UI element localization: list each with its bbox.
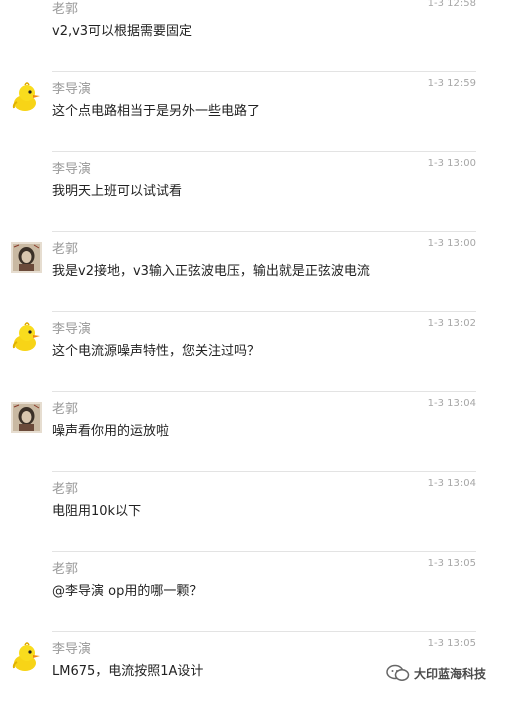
wechat-logo-icon — [386, 664, 410, 681]
message-time: 1-3 13:04 — [427, 398, 476, 409]
watermark-text: 大印蓝海科技 — [414, 666, 487, 681]
message-text: v2,v3可以根据需要固定 — [52, 24, 193, 39]
message-time: 1-3 12:58 — [427, 0, 476, 9]
message-time: 1-3 13:05 — [427, 638, 476, 649]
sender-name[interactable]: 老郭 — [52, 398, 78, 417]
sender-name[interactable]: 李导演 — [52, 318, 91, 337]
chat-message: 老郭 1-3 13:04 噪声看你用的运放啦 — [0, 392, 514, 472]
portrait-avatar-icon[interactable] — [11, 242, 42, 273]
duck-avatar-icon[interactable] — [11, 82, 42, 113]
duck-avatar-icon[interactable] — [11, 642, 42, 673]
message-text: 我明天上班可以试试看 — [52, 184, 183, 199]
sender-name[interactable]: 李导演 — [52, 158, 91, 177]
message-time: 1-3 13:02 — [427, 318, 476, 329]
sender-name[interactable]: 李导演 — [52, 78, 91, 97]
portrait-avatar-icon[interactable] — [11, 402, 42, 433]
message-text: LM675，电流按照1A设计 — [52, 664, 204, 679]
message-time: 1-3 13:05 — [427, 558, 476, 569]
sender-name[interactable]: 老郭 — [52, 0, 78, 17]
chat-message: 老郭 1-3 13:04 电阻用10k以下 — [0, 472, 514, 552]
sender-name[interactable]: 老郭 — [52, 238, 78, 257]
chat-message: 老郭 1-3 12:58 v2,v3可以根据需要固定 — [0, 0, 514, 72]
duck-avatar-icon[interactable] — [11, 322, 42, 353]
message-text: 噪声看你用的运放啦 — [52, 424, 170, 439]
message-text: 电阻用10k以下 — [52, 504, 142, 519]
message-time: 1-3 12:59 — [427, 78, 476, 89]
chat-message: 李导演 1-3 13:02 这个电流源噪声特性，您关注过吗？ — [0, 312, 514, 392]
message-time: 1-3 13:04 — [427, 478, 476, 489]
message-time: 1-3 13:00 — [427, 158, 476, 169]
sender-name[interactable]: 李导演 — [52, 638, 91, 657]
chat-message: 老郭 1-3 13:05 @李导演 op用的哪一颗？ — [0, 552, 514, 632]
sender-name[interactable]: 老郭 — [52, 558, 78, 577]
message-text: 我是v2接地，v3输入正弦波电压，输出就是正弦波电流 — [52, 264, 370, 279]
message-text: 这个点电路相当于是另外一些电路了 — [52, 104, 261, 119]
watermark: 大印蓝海科技 — [386, 662, 486, 684]
chat-message: 老郭 1-3 13:00 我是v2接地，v3输入正弦波电压，输出就是正弦波电流 — [0, 232, 514, 312]
message-text: @李导演 op用的哪一颗？ — [52, 584, 203, 599]
message-time: 1-3 13:00 — [427, 238, 476, 249]
chat-message: 李导演 1-3 13:00 我明天上班可以试试看 — [0, 152, 514, 232]
chat-message: 李导演 1-3 12:59 这个点电路相当于是另外一些电路了 — [0, 72, 514, 152]
message-text: 这个电流源噪声特性，您关注过吗？ — [52, 344, 261, 359]
chat-history: 老郭 1-3 12:58 v2,v3可以根据需要固定 李导演 1-3 12:59… — [0, 0, 514, 695]
sender-name[interactable]: 老郭 — [52, 478, 78, 497]
